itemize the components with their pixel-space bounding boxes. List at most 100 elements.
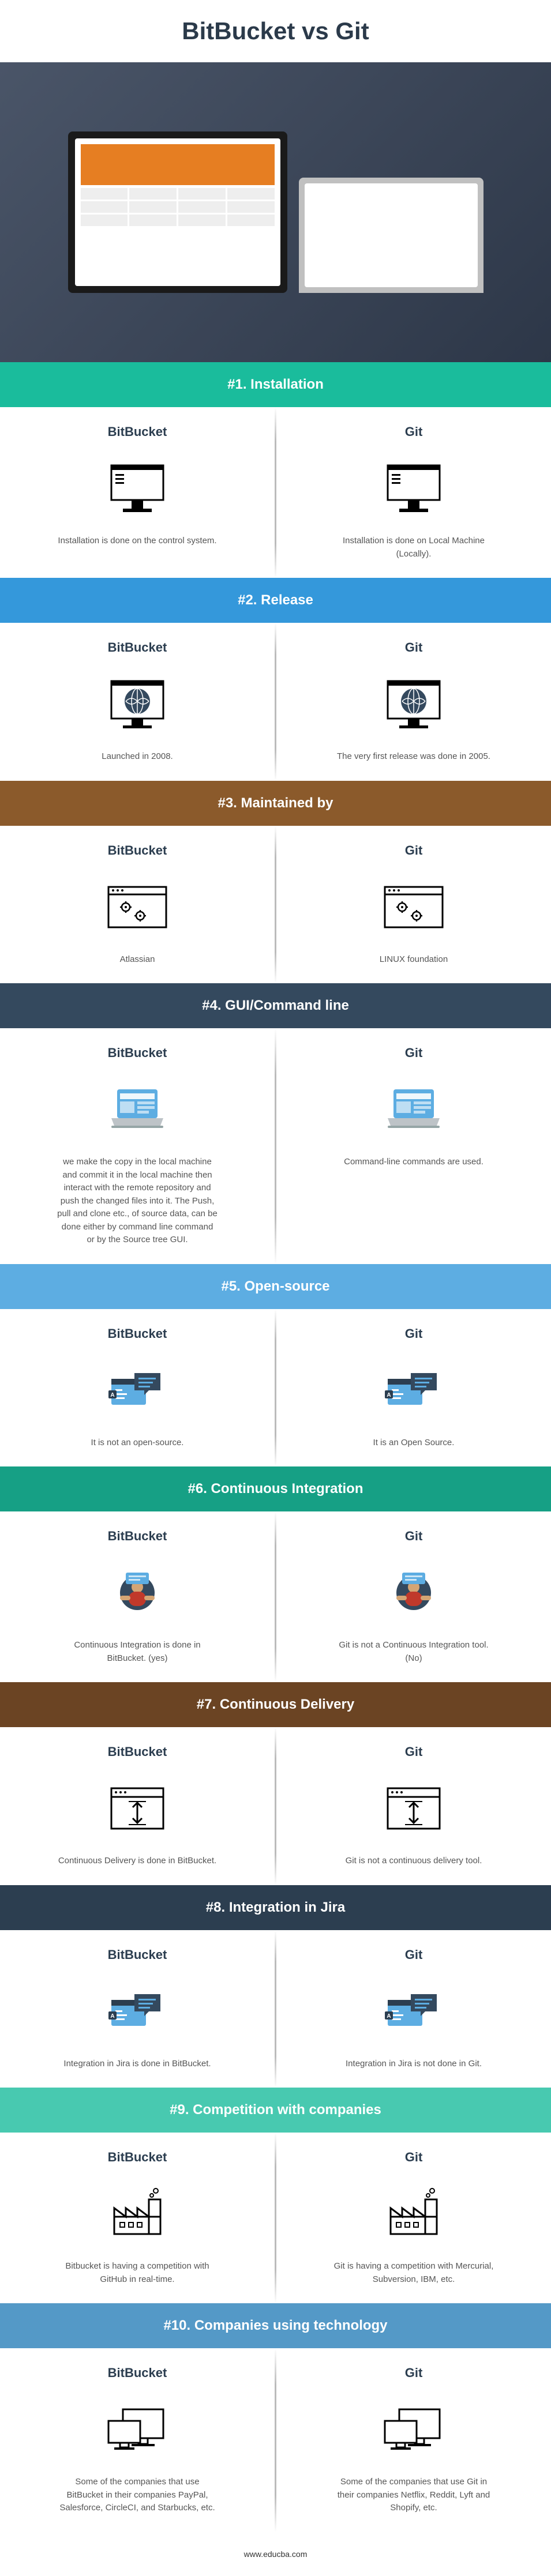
laptop-icon — [379, 1081, 448, 1138]
right-label: Git — [299, 1046, 528, 1061]
monitor-mockup — [68, 131, 287, 293]
right-label: Git — [299, 1326, 528, 1341]
section-header: #9. Competition with companies — [0, 2088, 551, 2133]
comparison-row: BitBucket we make the copy in the local … — [0, 1028, 551, 1264]
transfer-window-icon — [379, 1780, 448, 1837]
comparison-row: BitBucket Atlassian Git LINUX foundation — [0, 826, 551, 984]
section-10: #10. Companies using technology BitBucke… — [0, 2303, 551, 2532]
left-text: we make the copy in the local machine an… — [57, 1156, 218, 1247]
right-icon-box — [299, 670, 528, 739]
right-label: Git — [299, 843, 528, 858]
left-label: BitBucket — [23, 1046, 252, 1061]
right-label: Git — [299, 1529, 528, 1544]
left-label: BitBucket — [23, 2150, 252, 2165]
left-icon-box — [23, 1774, 252, 1843]
section-header: #6. Continuous Integration — [0, 1466, 551, 1511]
left-text: Continuous Integration is done in BitBuc… — [57, 1639, 218, 1665]
section-2: #2. Release BitBucket Launched in 2008. … — [0, 578, 551, 781]
right-text: Command-line commands are used. — [333, 1156, 494, 1169]
right-text: It is an Open Source. — [333, 1436, 494, 1450]
desktop-icon — [379, 460, 448, 517]
person-top-icon — [103, 1564, 172, 1622]
chat-code-icon — [379, 1983, 448, 2040]
right-column: Git Command-line commands are used. — [276, 1028, 551, 1264]
right-label: Git — [299, 640, 528, 655]
chat-code-icon — [103, 1983, 172, 2040]
left-icon-box — [23, 873, 252, 942]
left-text: Some of the companies that use BitBucket… — [57, 2476, 218, 2515]
section-header: #4. GUI/Command line — [0, 983, 551, 1028]
right-label: Git — [299, 424, 528, 439]
left-icon-box — [23, 1075, 252, 1144]
right-icon-box — [299, 2395, 528, 2464]
left-text: Integration in Jira is done in BitBucket… — [57, 2058, 218, 2071]
section-9: #9. Competition with companies BitBucket… — [0, 2088, 551, 2303]
right-column: Git Git is having a competition with Mer… — [276, 2133, 551, 2303]
desktop-icon — [103, 460, 172, 517]
right-text: Installation is done on Local Machine (L… — [333, 535, 494, 561]
left-column: BitBucket Atlassian — [0, 826, 275, 984]
transfer-window-icon — [103, 1780, 172, 1837]
laptop-mockup — [299, 178, 483, 293]
right-text: Some of the companies that use Git in th… — [333, 2476, 494, 2515]
right-label: Git — [299, 2366, 528, 2381]
left-label: BitBucket — [23, 640, 252, 655]
section-3: #3. Maintained by BitBucket Atlassian Gi… — [0, 781, 551, 984]
right-column: Git Git is not a continuous delivery too… — [276, 1727, 551, 1885]
right-label: Git — [299, 1947, 528, 1962]
right-icon-box — [299, 1774, 528, 1843]
right-column: Git Installation is done on Local Machin… — [276, 407, 551, 578]
section-6: #6. Continuous Integration BitBucket Con… — [0, 1466, 551, 1682]
left-label: BitBucket — [23, 843, 252, 858]
left-text: Bitbucket is having a competition with G… — [57, 2260, 218, 2286]
page-title: BitBucket vs Git — [0, 17, 551, 45]
globe-icon — [103, 675, 172, 733]
section-header: #2. Release — [0, 578, 551, 623]
left-column: BitBucket It is not an open-source. — [0, 1309, 275, 1467]
left-text: Launched in 2008. — [57, 750, 218, 764]
right-text: LINUX foundation — [333, 953, 494, 967]
right-icon-box — [299, 454, 528, 523]
section-header: #10. Companies using technology — [0, 2303, 551, 2348]
comparison-row: BitBucket Continuous Integration is done… — [0, 1511, 551, 1682]
left-icon-box — [23, 1977, 252, 2046]
right-column: Git Git is not a Continuous Integration … — [276, 1511, 551, 1682]
left-column: BitBucket Bitbucket is having a competit… — [0, 2133, 275, 2303]
left-column: BitBucket Some of the companies that use… — [0, 2348, 275, 2532]
right-column: Git Some of the companies that use Git i… — [276, 2348, 551, 2532]
right-column: Git LINUX foundation — [276, 826, 551, 984]
right-icon-box — [299, 1977, 528, 2046]
right-icon-box — [299, 873, 528, 942]
section-1: #1. Installation BitBucket Installation … — [0, 362, 551, 578]
left-icon-box — [23, 2395, 252, 2464]
section-5: #5. Open-source BitBucket It is not an o… — [0, 1264, 551, 1467]
left-icon-box — [23, 1356, 252, 1425]
chat-code-icon — [379, 1362, 448, 1419]
right-text: Git is not a continuous delivery tool. — [333, 1855, 494, 1868]
globe-icon — [379, 675, 448, 733]
right-icon-box — [299, 1356, 528, 1425]
section-7: #7. Continuous Delivery BitBucket Contin… — [0, 1682, 551, 1885]
monitors-icon — [103, 2401, 172, 2458]
right-label: Git — [299, 1744, 528, 1759]
section-header: #5. Open-source — [0, 1264, 551, 1309]
footer: www.educba.com — [0, 2532, 551, 2576]
hero-mockup — [68, 131, 483, 293]
left-icon-box — [23, 454, 252, 523]
left-label: BitBucket — [23, 424, 252, 439]
comparison-row: BitBucket It is not an open-source. Git … — [0, 1309, 551, 1467]
left-icon-box — [23, 1558, 252, 1627]
right-icon-box — [299, 2179, 528, 2248]
left-icon-box — [23, 670, 252, 739]
left-column: BitBucket Integration in Jira is done in… — [0, 1930, 275, 2088]
comparison-row: BitBucket Some of the companies that use… — [0, 2348, 551, 2532]
monitors-icon — [379, 2401, 448, 2458]
comparison-row: BitBucket Bitbucket is having a competit… — [0, 2133, 551, 2303]
factory-icon — [379, 2185, 448, 2243]
comparison-row: BitBucket Continuous Delivery is done in… — [0, 1727, 551, 1885]
hero-image — [0, 62, 551, 362]
left-label: BitBucket — [23, 1529, 252, 1544]
right-column: Git The very first release was done in 2… — [276, 623, 551, 781]
right-text: The very first release was done in 2005. — [333, 750, 494, 764]
infographic-container: BitBucket vs Git #1. Installation — [0, 0, 551, 2576]
